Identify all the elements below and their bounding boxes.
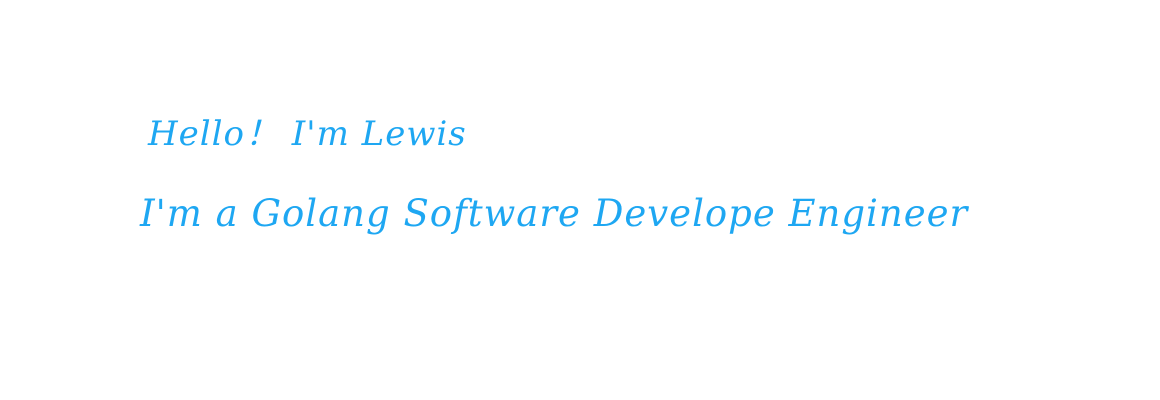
greeting-line-role: I'm a Golang Software Develope Engineer <box>140 192 969 235</box>
greeting-line-hello: Hello！ I'm Lewis <box>148 114 467 154</box>
greeting-banner: Hello！ I'm Lewis I'm a Golang Software D… <box>0 0 1160 400</box>
